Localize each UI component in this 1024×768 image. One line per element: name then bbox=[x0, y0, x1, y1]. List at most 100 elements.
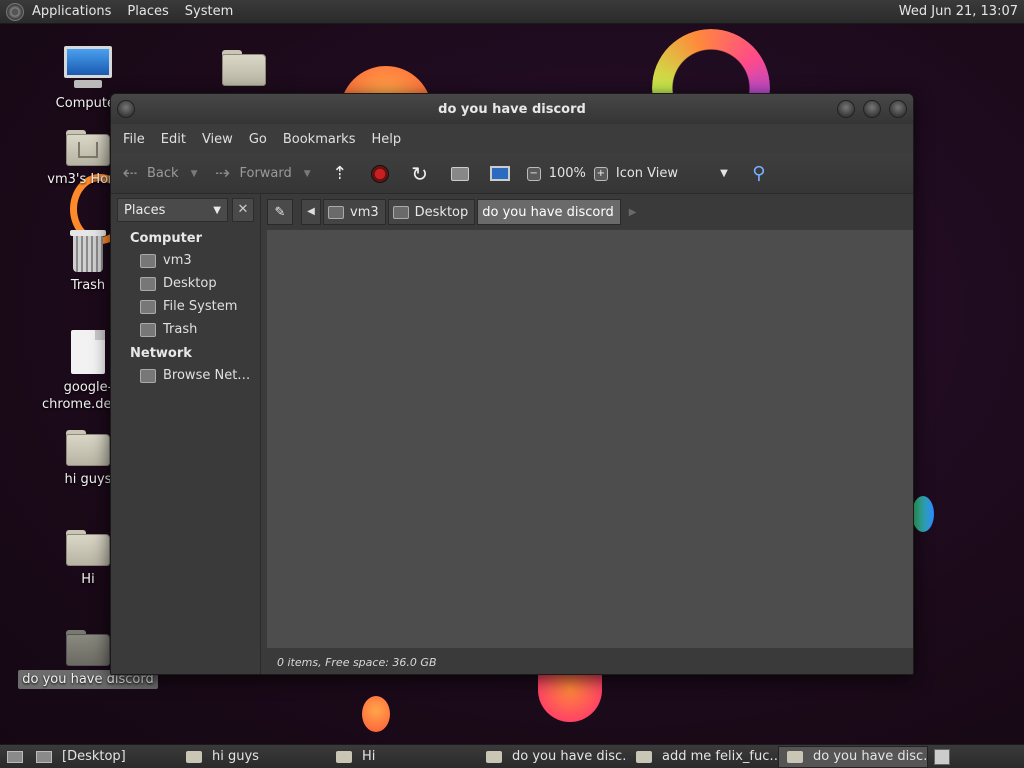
taskbar-item-label: add me felix_fuc… bbox=[662, 749, 778, 764]
menu-help[interactable]: Help bbox=[363, 132, 409, 147]
desktop-folder-icon bbox=[392, 205, 409, 219]
taskbar-item-active[interactable]: do you have disc… bbox=[778, 745, 928, 768]
wallpaper-shape bbox=[538, 674, 602, 722]
search-icon: ⚲ bbox=[752, 163, 766, 184]
sidebar-item-vm3[interactable]: vm3 bbox=[111, 249, 260, 272]
taskbar-item[interactable]: do you have disc… bbox=[478, 746, 628, 768]
folder-icon bbox=[486, 750, 502, 763]
sidebar: Places ▼ ✕ Computer vm3 Desktop File Sys… bbox=[111, 194, 261, 674]
forward-history-dropdown-icon[interactable]: ▼ bbox=[304, 169, 311, 179]
window-titlebar[interactable]: do you have discord bbox=[111, 94, 913, 124]
close-sidebar-button[interactable]: ✕ bbox=[232, 198, 254, 222]
up-arrow-icon: ⇡ bbox=[332, 163, 348, 184]
system-menu[interactable]: System bbox=[185, 4, 233, 19]
breadcrumb-desktop[interactable]: Desktop bbox=[387, 199, 476, 225]
trash-applet-icon[interactable] bbox=[934, 748, 950, 765]
taskbar-item[interactable]: Hi bbox=[328, 746, 478, 768]
zoom-in-button[interactable]: + bbox=[593, 166, 608, 181]
window-title: do you have discord bbox=[438, 101, 586, 117]
view-mode-value: Icon View bbox=[615, 166, 679, 181]
back-label: Back bbox=[147, 166, 179, 181]
computer-icon bbox=[64, 46, 112, 90]
file-manager-window: do you have discord File Edit View Go Bo… bbox=[110, 93, 914, 675]
top-panel: Applications Places System Wed Jun 21, 1… bbox=[0, 0, 1024, 24]
places-menu[interactable]: Places bbox=[127, 4, 168, 19]
folder-icon bbox=[636, 750, 652, 763]
stop-button[interactable] bbox=[367, 161, 393, 187]
taskbar-item-label: [Desktop] bbox=[62, 749, 126, 764]
sidebar-section-network: Network bbox=[130, 346, 192, 361]
back-arrow-icon: ⇠ bbox=[122, 163, 138, 184]
zoom-out-button[interactable]: − bbox=[526, 166, 541, 181]
sidebar-item-label: Browse Net… bbox=[163, 368, 251, 383]
menu-go[interactable]: Go bbox=[241, 132, 275, 147]
folder-icon bbox=[66, 630, 110, 666]
breadcrumb-label: vm3 bbox=[350, 204, 379, 220]
desktop-icon-label: Hi bbox=[81, 572, 95, 587]
applications-menu[interactable]: Applications bbox=[32, 4, 111, 19]
forward-button[interactable]: ⇢ Forward ▼ bbox=[211, 159, 311, 189]
back-button[interactable]: ⇠ Back ▼ bbox=[119, 159, 197, 189]
sidebar-item-file-system[interactable]: File System bbox=[111, 295, 260, 318]
minimize-button[interactable] bbox=[837, 100, 855, 118]
wallpaper-shape bbox=[362, 696, 390, 732]
menu-bookmarks[interactable]: Bookmarks bbox=[275, 132, 364, 147]
drive-icon bbox=[140, 299, 156, 314]
content-pane: ✎ ◀ vm3 Desktop do you have discord ▶ 0 bbox=[261, 194, 913, 674]
home-folder-icon bbox=[140, 253, 156, 268]
desktop-folder-icon bbox=[140, 276, 156, 291]
desktop-icon-folder[interactable] bbox=[184, 50, 304, 86]
edit-location-button[interactable]: ✎ bbox=[267, 199, 293, 225]
taskbar-item-label: hi guys bbox=[212, 749, 259, 764]
taskbar-item[interactable]: [Desktop] bbox=[28, 746, 178, 768]
trash-icon bbox=[140, 322, 156, 337]
path-scroll-right-button[interactable]: ▶ bbox=[629, 207, 637, 218]
sidebar-header: Places ▼ ✕ bbox=[111, 194, 260, 226]
sidebar-item-label: vm3 bbox=[163, 253, 192, 268]
menu-view[interactable]: View bbox=[194, 132, 241, 147]
menu-edit[interactable]: Edit bbox=[153, 132, 194, 147]
breadcrumb-vm3[interactable]: vm3 bbox=[323, 199, 386, 225]
sidebar-item-trash[interactable]: Trash bbox=[111, 318, 260, 341]
folder-icon bbox=[186, 750, 202, 763]
desktop-icon-label: hi guys bbox=[64, 472, 112, 487]
path-scroll-left-button[interactable]: ◀ bbox=[301, 199, 321, 225]
status-text: 0 items, Free space: 36.0 GB bbox=[277, 655, 437, 669]
distro-logo-icon[interactable] bbox=[6, 2, 24, 21]
file-view-area[interactable] bbox=[267, 230, 913, 648]
menu-file[interactable]: File bbox=[115, 132, 153, 147]
up-button[interactable]: ⇡ bbox=[327, 161, 353, 187]
close-button[interactable] bbox=[889, 100, 907, 118]
breadcrumb-current[interactable]: do you have discord bbox=[477, 199, 621, 225]
computer-button[interactable] bbox=[487, 161, 513, 187]
folder-icon bbox=[336, 750, 352, 763]
taskbar-item[interactable]: add me felix_fuc… bbox=[628, 746, 778, 768]
wallpaper-shape bbox=[912, 496, 934, 532]
menubar: File Edit View Go Bookmarks Help bbox=[111, 124, 913, 154]
sidebar-type-select[interactable]: Places ▼ bbox=[117, 198, 228, 222]
clock[interactable]: Wed Jun 21, 13:07 bbox=[899, 4, 1018, 19]
folder-icon bbox=[787, 750, 803, 763]
path-bar: ✎ ◀ vm3 Desktop do you have discord ▶ bbox=[261, 194, 913, 230]
forward-arrow-icon: ⇢ bbox=[214, 163, 231, 184]
desktop-icon bbox=[36, 750, 52, 763]
back-history-dropdown-icon[interactable]: ▼ bbox=[191, 169, 198, 179]
breadcrumb-label: do you have discord bbox=[482, 204, 614, 220]
trash-icon bbox=[70, 230, 106, 272]
folder-icon bbox=[66, 530, 110, 566]
taskbar-item-label: do you have disc… bbox=[512, 749, 628, 764]
show-desktop-button[interactable] bbox=[2, 747, 28, 767]
window-menu-button[interactable] bbox=[117, 100, 135, 118]
toolbar: ⇠ Back ▼ ⇢ Forward ▼ ⇡ ↻ − 100% + Icon V… bbox=[111, 154, 913, 194]
sidebar-item-label: Desktop bbox=[163, 276, 217, 291]
taskbar: [Desktop] hi guys Hi do you have disc… a… bbox=[0, 744, 1024, 768]
sidebar-item-desktop[interactable]: Desktop bbox=[111, 272, 260, 295]
sidebar-item-browse-network[interactable]: Browse Net… bbox=[111, 364, 260, 387]
taskbar-item[interactable]: hi guys bbox=[178, 746, 328, 768]
view-mode-select[interactable]: Icon View ▼ bbox=[616, 166, 728, 181]
maximize-button[interactable] bbox=[863, 100, 881, 118]
home-button[interactable] bbox=[447, 161, 473, 187]
main-area: Places ▼ ✕ Computer vm3 Desktop File Sys… bbox=[111, 194, 913, 674]
search-button[interactable]: ⚲ bbox=[746, 161, 772, 187]
reload-button[interactable]: ↻ bbox=[407, 161, 433, 187]
